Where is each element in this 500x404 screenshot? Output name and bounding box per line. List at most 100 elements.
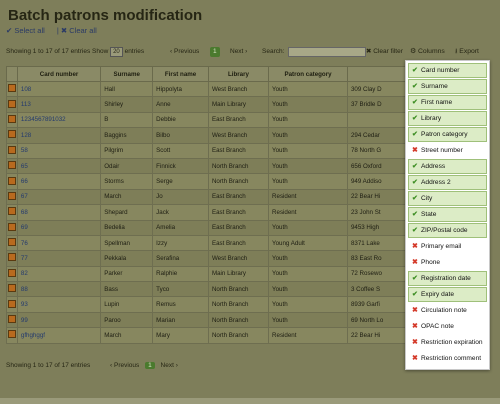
table-row[interactable]: 58 Pilgrim Scott East Branch Youth 78 North G	[6, 142, 407, 159]
table-row[interactable]: 1234567891032 B Debbie East Branch Youth	[6, 111, 407, 129]
row-checkbox[interactable]	[7, 253, 16, 262]
header-surname[interactable]: Surname	[100, 66, 154, 82]
column-toggle-item[interactable]: ✔ Expiry date	[408, 287, 487, 302]
table-row[interactable]: 67 March Jo East Branch Resident 22 Bear Hi	[6, 188, 407, 206]
check-icon: ✔	[412, 291, 418, 298]
select-all-link[interactable]: ✔ Select all	[6, 26, 51, 35]
row-checkbox[interactable]	[7, 315, 16, 324]
table-row[interactable]: 69 Bedelia Amelia East Branch Youth 9453 High	[6, 219, 407, 236]
table-row[interactable]: 128 Baggins Bilbo West Branch Youth 294 Cedar	[6, 127, 407, 144]
column-toggle-item[interactable]: ✔ First name	[408, 95, 487, 110]
patron-category-cell: Youth	[268, 142, 348, 159]
horizontal-scrollbar[interactable]	[0, 398, 500, 404]
column-toggle-label: Restriction comment	[421, 355, 482, 362]
table-row[interactable]: 113 Shirley Anne Main Library Youth 37 Bridle…	[6, 96, 407, 113]
page-size-select[interactable]: 20	[110, 47, 123, 57]
column-toggle-item[interactable]: ✔ City	[408, 191, 487, 206]
clear-filter-button[interactable]: ✖ Clear filter	[366, 47, 403, 57]
first-name-cell: Mary	[152, 327, 209, 344]
header-library[interactable]: Library	[207, 66, 270, 82]
first-name-cell: Serge	[152, 173, 209, 190]
card-number-cell[interactable]: 76	[16, 234, 102, 252]
table-row[interactable]: 76 Spellman Izzy East Branch Young Adult 8371…	[6, 234, 407, 252]
card-number-cell[interactable]: 66	[16, 173, 102, 190]
column-toggle-item[interactable]: ✖ Restriction expiration	[408, 335, 487, 350]
card-number-cell[interactable]: 68	[16, 204, 102, 221]
column-toggle-item[interactable]: ✔ Card number	[408, 63, 487, 78]
header-card-number[interactable]: Card number	[16, 66, 102, 82]
card-number-cell[interactable]: 82	[16, 265, 102, 283]
row-checkbox[interactable]	[7, 330, 16, 339]
row-checkbox[interactable]	[7, 84, 16, 93]
row-checkbox[interactable]	[7, 145, 16, 154]
previous-button[interactable]: ‹ Previous	[170, 47, 199, 57]
card-number-cell[interactable]: 88	[16, 281, 102, 298]
row-checkbox[interactable]	[7, 299, 16, 308]
export-button[interactable]: ⭳ Export	[455, 47, 479, 58]
column-toggle-item[interactable]: ✔ State	[408, 207, 487, 222]
next-button[interactable]: Next ›	[230, 47, 247, 57]
table-row[interactable]: 82 Parker Ralphie Main Library Youth 72 Rosew…	[6, 265, 407, 283]
card-number-cell[interactable]: 58	[16, 142, 102, 159]
header-first-name[interactable]: First name	[152, 66, 209, 82]
table-row[interactable]: 88 Bass Tyco North Branch Youth 3 Coffee S	[6, 281, 407, 298]
footer-page-number[interactable]: 1	[145, 362, 155, 369]
column-toggle-item[interactable]: ✔ Patron category	[408, 127, 487, 142]
table-row[interactable]: 93 Lupin Remus North Branch Youth 8939 Garfi	[6, 296, 407, 313]
row-checkbox[interactable]	[7, 176, 16, 185]
column-toggle-item[interactable]: ✔ Surname	[408, 79, 487, 94]
card-number-cell[interactable]: 69	[16, 219, 102, 236]
table-row[interactable]: 77 Pekkala Serafina West Branch Youth 83 East…	[6, 250, 407, 267]
footer-previous-button[interactable]: ‹ Previous	[110, 362, 139, 369]
table-row[interactable]: 99 Paroo Marian North Branch Youth 69 North L…	[6, 311, 407, 329]
card-number-cell[interactable]: 108	[16, 80, 102, 98]
row-checkbox[interactable]	[7, 161, 16, 170]
column-toggle-item[interactable]: ✔ Library	[408, 111, 487, 126]
search-input[interactable]	[288, 47, 366, 57]
column-toggle-item[interactable]: ✖ Restriction comment	[408, 351, 487, 366]
card-number-cell[interactable]: 1234567891032	[16, 111, 102, 129]
table-row[interactable]: gfhghggf March Mary North Branch Resident 22 …	[6, 327, 407, 344]
row-checkbox[interactable]	[7, 191, 16, 200]
row-checkbox[interactable]	[7, 222, 16, 231]
next-label: Next	[230, 48, 244, 55]
row-checkbox[interactable]	[7, 268, 16, 277]
clear-all-link[interactable]: ✖ Clear all	[61, 26, 103, 35]
column-toggle-item[interactable]: ✖ Primary email	[408, 239, 487, 254]
first-name-cell: Bilbo	[152, 127, 209, 144]
row-checkbox[interactable]	[7, 99, 16, 108]
header-address[interactable]	[346, 66, 407, 82]
card-number-cell[interactable]: 67	[16, 188, 102, 206]
row-checkbox[interactable]	[7, 284, 16, 293]
column-toggle-label: Restriction expiration	[421, 339, 483, 346]
footer-next-button[interactable]: Next ›	[161, 362, 178, 369]
column-toggle-item[interactable]: ✔ ZIP/Postal code	[408, 223, 487, 238]
row-checkbox[interactable]	[7, 238, 16, 247]
card-number-cell[interactable]: gfhghggf	[16, 327, 102, 344]
card-number-cell[interactable]: 128	[16, 127, 102, 144]
card-number-cell[interactable]: 77	[16, 250, 102, 267]
column-toggle-item[interactable]: ✖ Circulation note	[408, 303, 487, 318]
row-checkbox[interactable]	[7, 207, 16, 216]
column-toggle-item[interactable]: ✖ Phone	[408, 255, 487, 270]
table-row[interactable]: 108 Hall Hippolyta West Branch Youth 309 Clay…	[6, 80, 407, 98]
table-row[interactable]: 65 Odair Finnick North Branch Youth 656 Oxfor…	[6, 157, 407, 175]
table-row[interactable]: 66 Storms Serge North Branch Youth 949 Addiso	[6, 173, 407, 190]
column-toggle-item[interactable]: ✖ OPAC note	[408, 319, 487, 334]
table-row[interactable]: 68 Shepard Jack East Branch Resident 23 John …	[6, 204, 407, 221]
column-toggle-item[interactable]: ✔ Address 2	[408, 175, 487, 190]
header-patron-category[interactable]: Patron category	[268, 66, 348, 82]
column-toggle-item[interactable]: ✖ Street number	[408, 143, 487, 158]
row-checkbox[interactable]	[7, 114, 16, 123]
row-checkbox[interactable]	[7, 130, 16, 139]
card-number-cell[interactable]: 93	[16, 296, 102, 313]
column-toggle-item[interactable]: ✔ Registration date	[408, 271, 487, 286]
library-cell: East Branch	[207, 234, 270, 252]
card-number-cell[interactable]: 113	[16, 96, 102, 113]
column-toggle-item[interactable]: ✔ Address	[408, 159, 487, 174]
card-number-cell[interactable]: 65	[16, 157, 102, 175]
page-number-button[interactable]: 1	[210, 47, 220, 57]
card-number-cell[interactable]: 99	[16, 311, 102, 329]
columns-button[interactable]: ⚙ Columns	[410, 47, 445, 55]
surname-cell: Storms	[100, 173, 154, 190]
